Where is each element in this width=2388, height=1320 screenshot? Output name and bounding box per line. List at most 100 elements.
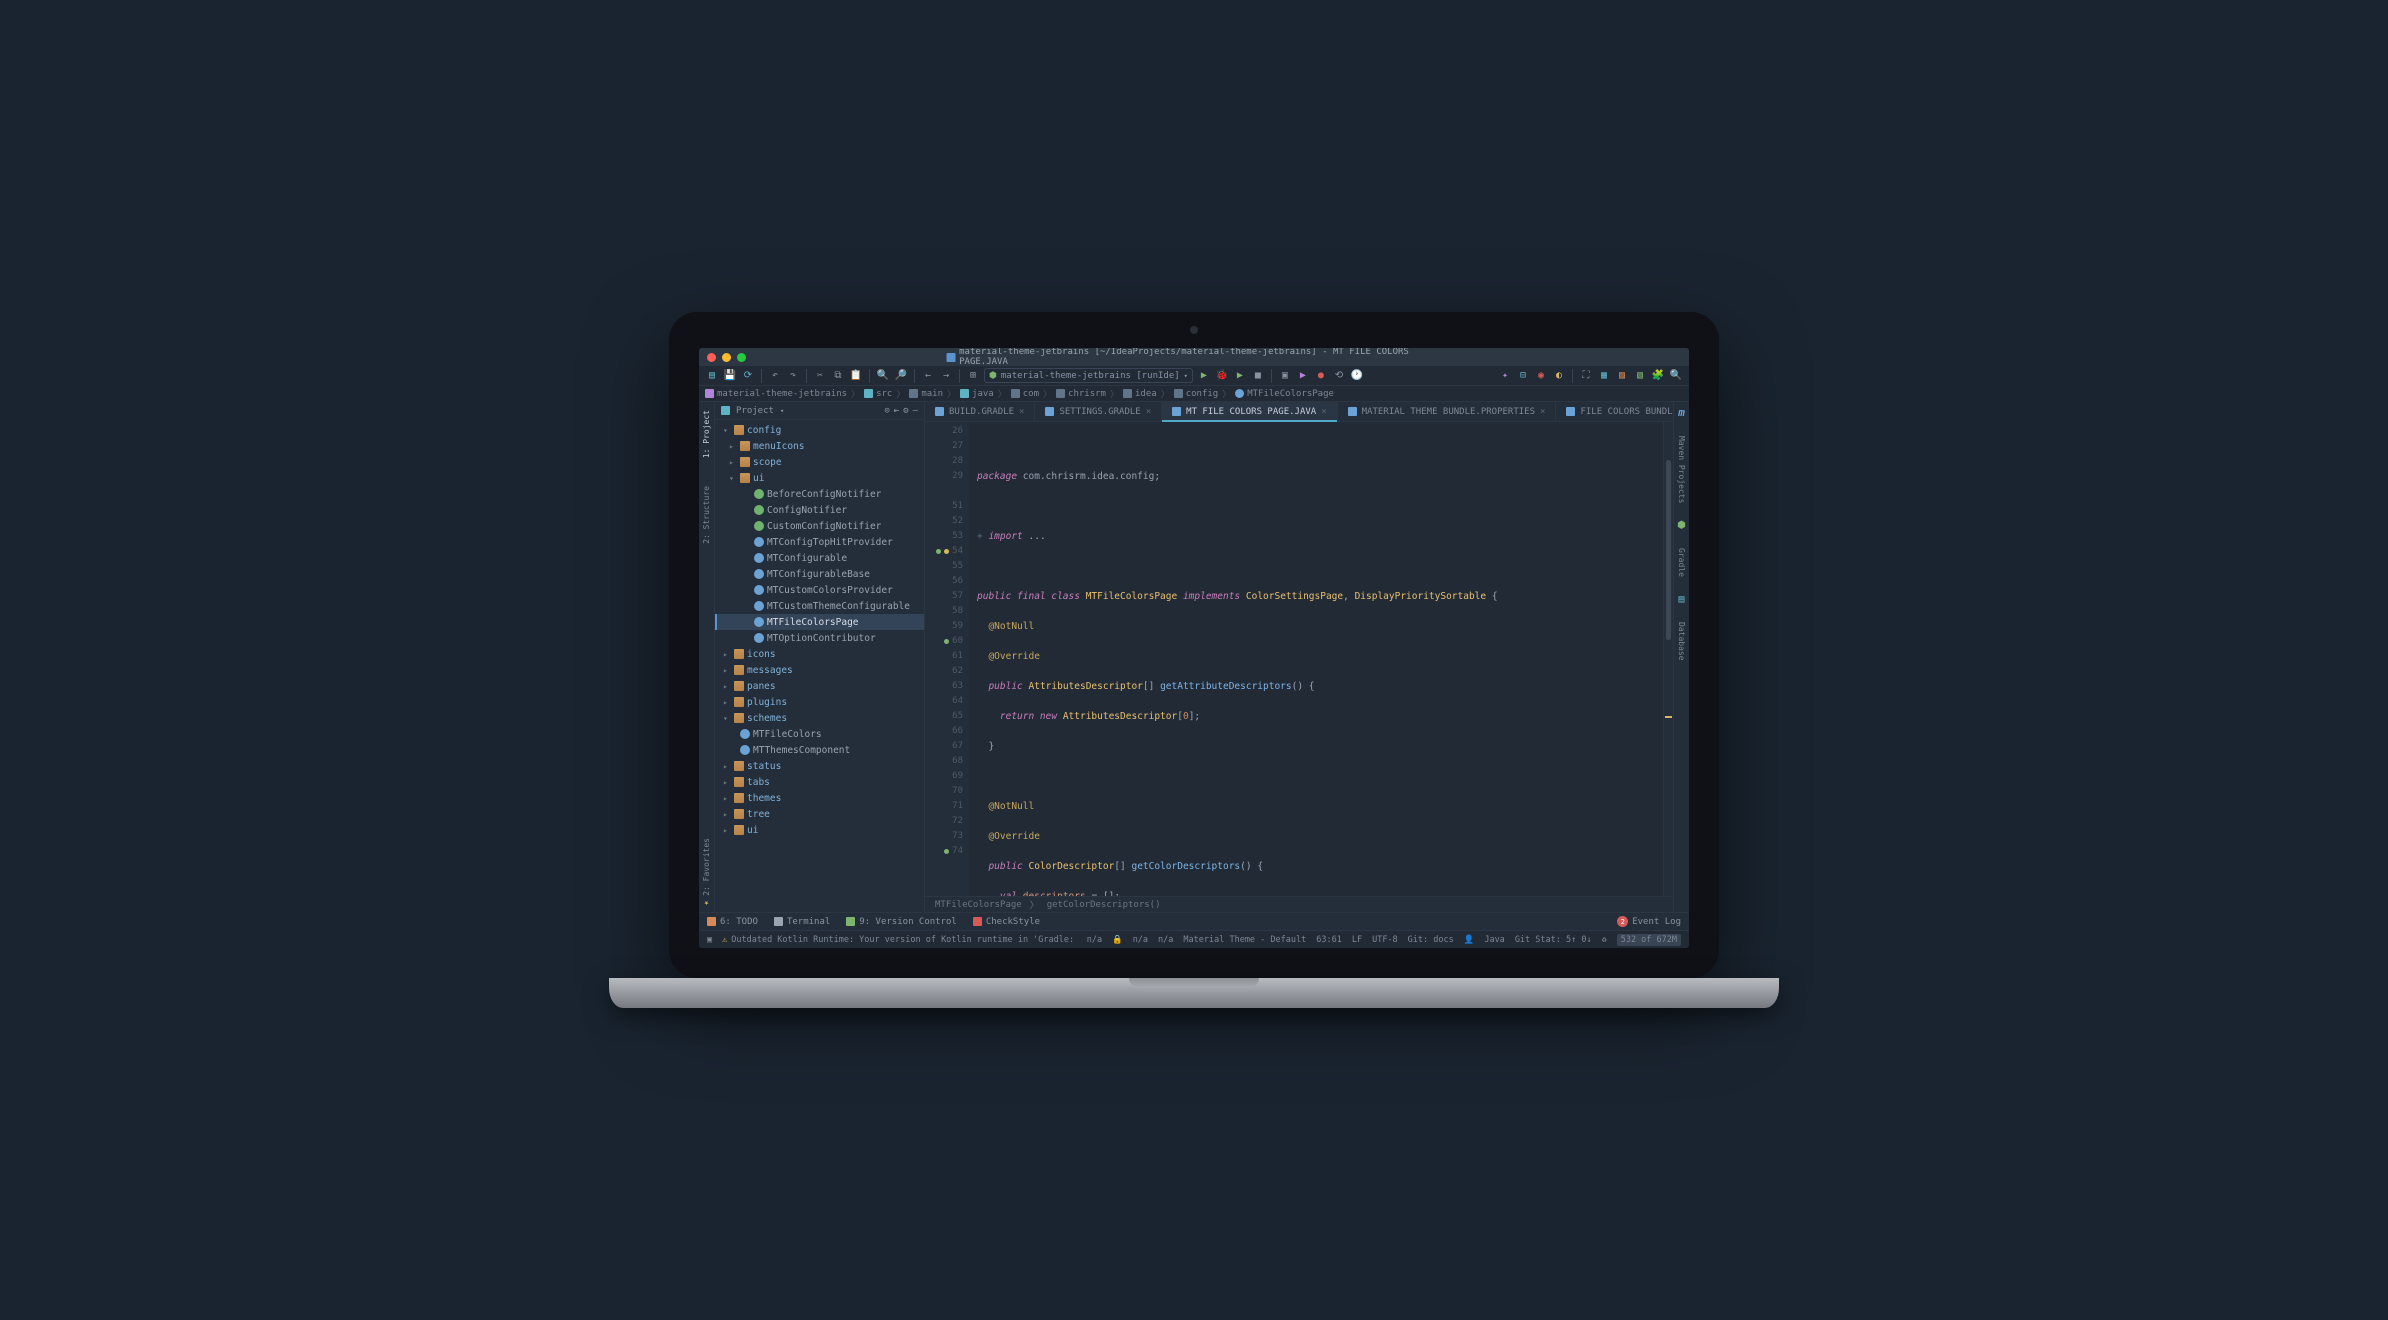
structure-tool-tab[interactable]: 2: Structure	[702, 482, 711, 548]
lock-icon[interactable]: 🔒	[1112, 935, 1123, 945]
scrollbar-thumb[interactable]	[1666, 460, 1671, 640]
tree-class-mtthemescomponent[interactable]: MTThemesComponent	[715, 742, 924, 758]
bc-main[interactable]: main	[909, 389, 943, 399]
editor-tab[interactable]: FILE COLORS BUNDLE.PROPERTIES×	[1556, 402, 1689, 421]
debug-icon[interactable]: 🐞	[1215, 369, 1229, 383]
bc-file[interactable]: MTFileColorsPage	[1235, 389, 1334, 399]
line-number[interactable]: 55	[927, 559, 963, 574]
line-number[interactable]: 29	[927, 469, 963, 484]
line-number[interactable]: 74	[927, 844, 963, 859]
line-number[interactable]: 61	[927, 649, 963, 664]
tree-folder-icons[interactable]: icons	[715, 646, 924, 662]
status-na3[interactable]: n/a	[1158, 935, 1173, 945]
line-number[interactable]: 52	[927, 514, 963, 529]
terminal-tab[interactable]: Terminal	[774, 917, 830, 927]
tree-class-beforeconfignotifier[interactable]: BeforeConfigNotifier	[715, 486, 924, 502]
line-number[interactable]: 60	[927, 634, 963, 649]
bc-root[interactable]: material-theme-jetbrains	[705, 389, 847, 399]
save-icon[interactable]: 💾	[723, 369, 737, 383]
line-number[interactable]: 28	[927, 454, 963, 469]
collapse-all-icon[interactable]: ⇤	[894, 406, 899, 416]
tree-class-mtcustomcolorsprovider[interactable]: MTCustomColorsProvider	[715, 582, 924, 598]
history-icon[interactable]: 🕐	[1350, 369, 1364, 383]
editor-tab[interactable]: MATERIAL THEME BUNDLE.PROPERTIES×	[1338, 402, 1557, 421]
zoom-window-button[interactable]	[737, 353, 746, 362]
bc-chrisrm[interactable]: chrisrm	[1056, 389, 1106, 399]
tree-class-mtfilecolors[interactable]: MTFileColors	[715, 726, 924, 742]
gc-icon[interactable]: ♻	[1602, 935, 1607, 945]
line-number[interactable]: 57	[927, 589, 963, 604]
minimize-window-button[interactable]	[722, 353, 731, 362]
editor-tab[interactable]: BUILD.GRADLE×	[925, 402, 1035, 421]
editor-gutter[interactable]: 2627282951525354555657585960616263646566…	[925, 422, 969, 896]
editor-tab[interactable]: MT FILE COLORS PAGE.JAVA×	[1162, 402, 1337, 421]
tree-folder-plugins[interactable]: plugins	[715, 694, 924, 710]
status-enc[interactable]: UTF-8	[1372, 935, 1398, 945]
breakpoint-icon[interactable]: ●	[1314, 369, 1328, 383]
tree-folder-schemes[interactable]: schemes	[715, 710, 924, 726]
find-icon[interactable]: 🔍	[876, 369, 890, 383]
structure-icon[interactable]: ⊟	[1516, 369, 1530, 383]
forward-icon[interactable]: →	[939, 369, 953, 383]
project-tool-tab[interactable]: 1: Project	[702, 406, 711, 462]
sync-icon[interactable]: ⟳	[741, 369, 755, 383]
gradle-toolbar-icon[interactable]: ▧	[1633, 369, 1647, 383]
copy-icon[interactable]: ⧉	[831, 369, 845, 383]
version-control-tab[interactable]: 9: Version Control	[846, 917, 957, 927]
line-number[interactable]: 68	[927, 754, 963, 769]
m-icon[interactable]: m	[1678, 406, 1685, 419]
cut-icon[interactable]: ✂	[813, 369, 827, 383]
ant-icon[interactable]: ⛶	[1579, 369, 1593, 383]
line-number[interactable]: 56	[927, 574, 963, 589]
tree-folder-config[interactable]: config	[715, 422, 924, 438]
tree-folder-menuicons[interactable]: menuIcons	[715, 438, 924, 454]
close-tab-icon[interactable]: ×	[1321, 407, 1326, 417]
line-number[interactable]: 69	[927, 769, 963, 784]
line-number[interactable]: 59	[927, 619, 963, 634]
editor-tab[interactable]: SETTINGS.GRADLE×	[1035, 402, 1162, 421]
tree-folder-tabs[interactable]: tabs	[715, 774, 924, 790]
tree-class-mtfilecolorspage[interactable]: MTFileColorsPage	[715, 614, 924, 630]
favorites-tool-tab[interactable]: ★2: Favorites	[702, 834, 711, 912]
gradle-icon[interactable]: ⬢	[1677, 520, 1686, 531]
tree-class-mtconfigurablebase[interactable]: MTConfigurableBase	[715, 566, 924, 582]
line-number[interactable]: 66	[927, 724, 963, 739]
bc-java[interactable]: java	[960, 389, 994, 399]
maven-tool-tab[interactable]: Maven Projects	[1677, 433, 1686, 506]
tree-folder-ui[interactable]: ui	[715, 822, 924, 838]
inspect-icon[interactable]: ◉	[1534, 369, 1548, 383]
bc-config[interactable]: config	[1174, 389, 1219, 399]
code-area[interactable]: package com.chrisrm.idea.config; + impor…	[969, 422, 1663, 896]
replace-icon[interactable]: 🔎	[894, 369, 908, 383]
tree-folder-tree[interactable]: tree	[715, 806, 924, 822]
line-number[interactable]: 54	[927, 544, 963, 559]
run-config-dropdown[interactable]: ⬢ material-theme-jetbrains [runIde] ▾	[984, 368, 1193, 383]
tree-folder-messages[interactable]: messages	[715, 662, 924, 678]
tree-folder-themes[interactable]: themes	[715, 790, 924, 806]
line-number[interactable]: 73	[927, 829, 963, 844]
tree-class-mtoptioncontributor[interactable]: MTOptionContributor	[715, 630, 924, 646]
tree-folder-status[interactable]: status	[715, 758, 924, 774]
line-number[interactable]	[927, 484, 963, 499]
bc-src[interactable]: src	[864, 389, 892, 399]
bc-com[interactable]: com	[1011, 389, 1039, 399]
line-number[interactable]: 65	[927, 709, 963, 724]
status-na1[interactable]: n/a	[1087, 935, 1102, 945]
status-message[interactable]: ⚠ Outdated Kotlin Runtime: Your version …	[722, 935, 1077, 945]
checkstyle-tab[interactable]: CheckStyle	[973, 917, 1040, 927]
gradle-tool-tab[interactable]: Gradle	[1677, 545, 1686, 580]
sidebar-settings-icon[interactable]: ⚙	[903, 406, 908, 416]
back-icon[interactable]: ←	[921, 369, 935, 383]
status-pos[interactable]: 63:61	[1316, 935, 1342, 945]
open-icon[interactable]: ▤	[705, 369, 719, 383]
paste-icon[interactable]: 📋	[849, 369, 863, 383]
editor-scrollbar[interactable]	[1663, 422, 1673, 896]
reload-icon[interactable]: ⟲	[1332, 369, 1346, 383]
man-icon[interactable]: 👤	[1464, 935, 1475, 945]
puzzle-icon[interactable]: 🧩	[1651, 369, 1665, 383]
status-theme[interactable]: Material Theme - Default	[1183, 935, 1306, 945]
database-icon[interactable]: ▤	[1678, 594, 1684, 605]
line-number[interactable]: 67	[927, 739, 963, 754]
status-na2[interactable]: n/a	[1133, 935, 1148, 945]
status-memory[interactable]: 532 of 672M	[1617, 934, 1681, 946]
